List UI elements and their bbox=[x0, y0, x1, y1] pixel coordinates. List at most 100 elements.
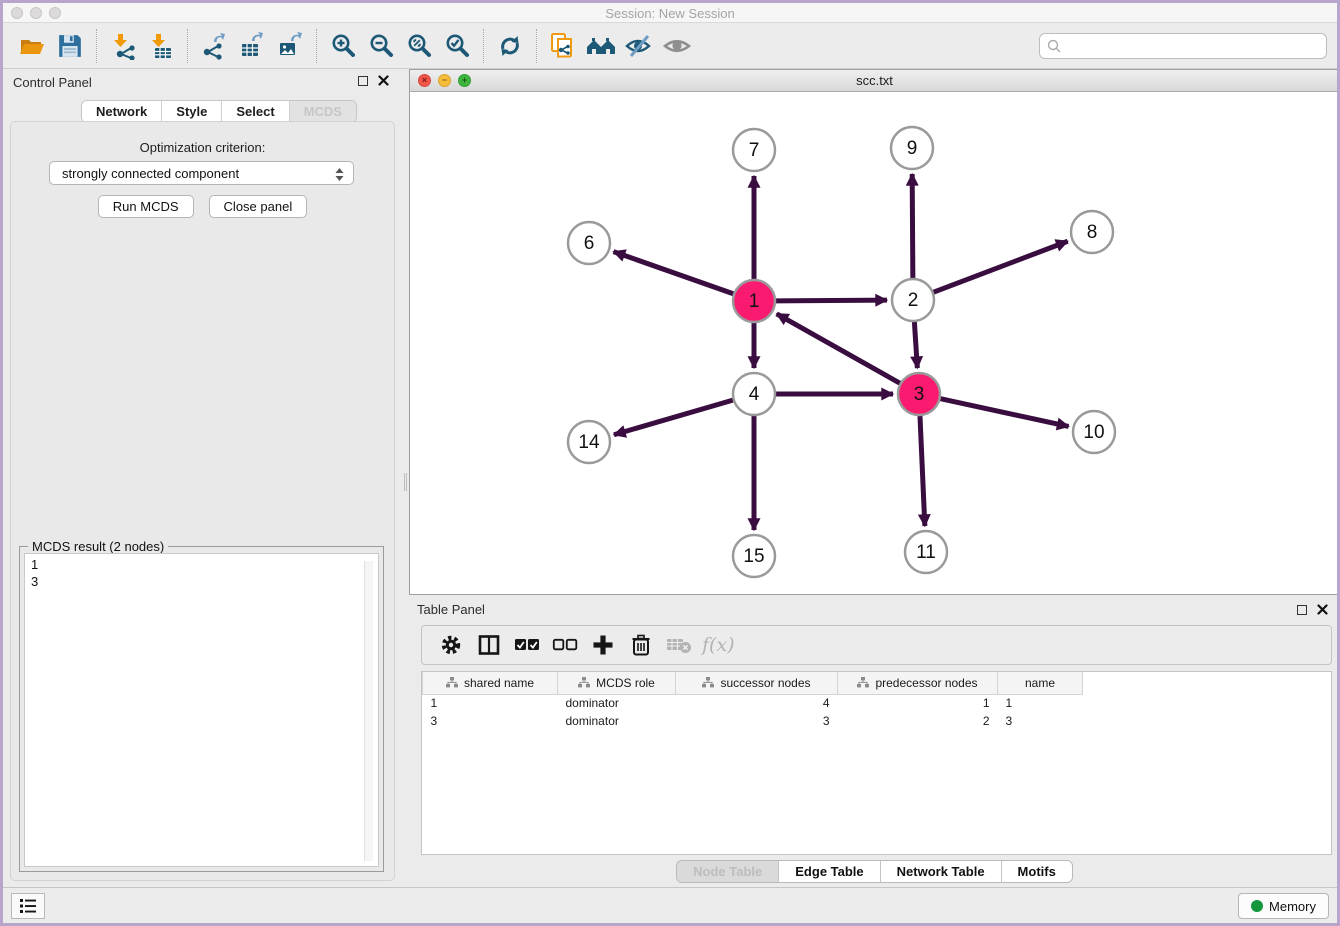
network-view-window: × − + scc.txt 7968124314101511 bbox=[409, 69, 1340, 595]
show-all-button[interactable] bbox=[660, 29, 694, 63]
save-session-button[interactable] bbox=[53, 29, 87, 63]
column-header-mcds-role[interactable]: MCDS role bbox=[558, 672, 676, 694]
cell-predecessor-nodes[interactable]: 1 bbox=[838, 694, 998, 712]
graph-edge-2-9[interactable] bbox=[912, 174, 913, 278]
tab-edge-table[interactable]: Edge Table bbox=[779, 861, 880, 882]
network-canvas[interactable]: 7968124314101511 bbox=[410, 92, 1339, 594]
cell-mcds-role[interactable]: dominator bbox=[558, 694, 676, 712]
cell-successor-nodes[interactable]: 3 bbox=[676, 712, 838, 730]
cell-name[interactable]: 1 bbox=[998, 694, 1083, 712]
close-panel-icon[interactable] bbox=[1317, 604, 1328, 615]
close-panel-icon[interactable] bbox=[378, 75, 389, 86]
network-window-titlebar[interactable]: × − + scc.txt bbox=[410, 70, 1339, 92]
mcds-result-group: MCDS result (2 nodes) 1 3 bbox=[19, 546, 384, 872]
duplicate-network-icon bbox=[548, 31, 578, 61]
graph-edge-3-11[interactable] bbox=[920, 416, 925, 526]
zoom-fit-button[interactable] bbox=[402, 29, 436, 63]
float-panel-icon[interactable] bbox=[1297, 605, 1307, 615]
cell-mcds-role[interactable]: dominator bbox=[558, 712, 676, 730]
graph-node-label-4: 4 bbox=[749, 384, 760, 405]
export-image-button[interactable] bbox=[273, 29, 307, 63]
apply-layout-button[interactable] bbox=[493, 29, 527, 63]
control-panel: Control Panel Network Style Select MCDS … bbox=[3, 69, 403, 887]
column-type-icon bbox=[446, 677, 458, 688]
column-header-predecessor-nodes[interactable]: predecessor nodes bbox=[838, 672, 998, 694]
create-column-button[interactable] bbox=[588, 630, 618, 660]
column-header-successor-nodes[interactable]: successor nodes bbox=[676, 672, 838, 694]
tab-network[interactable]: Network bbox=[82, 101, 162, 122]
cell-successor-nodes[interactable]: 4 bbox=[676, 694, 838, 712]
zoom-out-button[interactable] bbox=[364, 29, 398, 63]
graph-edge-1-2[interactable] bbox=[776, 300, 887, 301]
zoom-selected-button[interactable] bbox=[440, 29, 474, 63]
plus-icon bbox=[592, 634, 614, 656]
graph-edge-2-3[interactable] bbox=[914, 322, 917, 368]
node-table-grid[interactable]: shared name MCDS role successor nodes pr… bbox=[422, 672, 1083, 730]
column-header-shared-name[interactable]: shared name bbox=[423, 672, 558, 694]
export-image-icon bbox=[276, 32, 304, 60]
cell-name[interactable]: 3 bbox=[998, 712, 1083, 730]
checked-boxes-icon bbox=[514, 638, 540, 652]
table-row[interactable]: 3 dominator 3 2 3 bbox=[423, 712, 1083, 730]
graph-node-label-14: 14 bbox=[578, 432, 600, 453]
zoom-fit-icon bbox=[405, 32, 433, 60]
toolbar-separator bbox=[483, 29, 484, 63]
search-input[interactable] bbox=[1039, 33, 1327, 59]
column-header-name[interactable]: name bbox=[998, 672, 1083, 694]
zoom-out-icon bbox=[367, 32, 395, 60]
zoom-selected-icon bbox=[443, 32, 471, 60]
task-history-button[interactable] bbox=[11, 893, 45, 919]
select-all-columns-button[interactable] bbox=[512, 630, 542, 660]
export-table-button[interactable] bbox=[235, 29, 269, 63]
table-tabs: Node Table Edge Table Network Table Moti… bbox=[409, 860, 1340, 883]
deselect-all-columns-button[interactable] bbox=[550, 630, 580, 660]
delete-column-button[interactable] bbox=[626, 630, 656, 660]
graph-node-label-2: 2 bbox=[908, 290, 919, 311]
float-panel-icon[interactable] bbox=[358, 76, 368, 86]
graph-edge-3-1[interactable] bbox=[777, 314, 900, 383]
export-network-button[interactable] bbox=[197, 29, 231, 63]
graph-edge-4-14[interactable] bbox=[614, 400, 733, 435]
tab-network-table[interactable]: Network Table bbox=[881, 861, 1002, 882]
tab-style[interactable]: Style bbox=[162, 101, 222, 122]
result-line: 3 bbox=[31, 573, 372, 590]
tab-select[interactable]: Select bbox=[222, 101, 289, 122]
cell-shared-name[interactable]: 1 bbox=[423, 694, 558, 712]
close-panel-button[interactable]: Close panel bbox=[209, 195, 308, 218]
graph-node-label-3: 3 bbox=[914, 384, 925, 405]
function-builder-button[interactable]: f(x) bbox=[702, 630, 735, 660]
show-column-panel-button[interactable] bbox=[474, 630, 504, 660]
control-panel-title: Control Panel bbox=[13, 75, 92, 90]
table-settings-button[interactable] bbox=[436, 630, 466, 660]
window-title: Session: New Session bbox=[3, 6, 1337, 21]
table-row[interactable]: 1 dominator 4 1 1 bbox=[423, 694, 1083, 712]
graph-edge-1-6[interactable] bbox=[614, 252, 734, 294]
graph-edge-2-8[interactable] bbox=[934, 241, 1068, 292]
result-scrollbar[interactable] bbox=[364, 561, 373, 861]
zoom-in-button[interactable] bbox=[326, 29, 360, 63]
network-graph[interactable]: 7968124314101511 bbox=[410, 92, 1339, 595]
search-icon bbox=[1046, 38, 1062, 59]
delete-table-icon bbox=[666, 636, 692, 654]
delete-table-button[interactable] bbox=[664, 630, 694, 660]
unchecked-boxes-icon bbox=[552, 638, 578, 652]
import-network-button[interactable] bbox=[106, 29, 140, 63]
tab-node-table[interactable]: Node Table bbox=[677, 861, 779, 882]
column-type-icon bbox=[578, 677, 590, 688]
cell-shared-name[interactable]: 3 bbox=[423, 712, 558, 730]
tab-mcds[interactable]: MCDS bbox=[290, 101, 356, 122]
cell-predecessor-nodes[interactable]: 2 bbox=[838, 712, 998, 730]
tab-motifs[interactable]: Motifs bbox=[1002, 861, 1072, 882]
export-network-icon bbox=[200, 32, 228, 60]
memory-button[interactable]: Memory bbox=[1238, 893, 1329, 919]
run-mcds-button[interactable]: Run MCDS bbox=[98, 195, 194, 218]
import-table-button[interactable] bbox=[144, 29, 178, 63]
main-toolbar bbox=[3, 24, 1337, 69]
hide-selected-button[interactable] bbox=[622, 29, 656, 63]
first-neighbors-button[interactable] bbox=[584, 29, 618, 63]
mcds-result-text[interactable]: 1 3 bbox=[24, 553, 379, 867]
graph-edge-3-10[interactable] bbox=[940, 399, 1068, 427]
criterion-dropdown[interactable]: strongly connected component bbox=[49, 161, 354, 185]
duplicate-network-button[interactable] bbox=[546, 29, 580, 63]
open-file-button[interactable] bbox=[15, 29, 49, 63]
